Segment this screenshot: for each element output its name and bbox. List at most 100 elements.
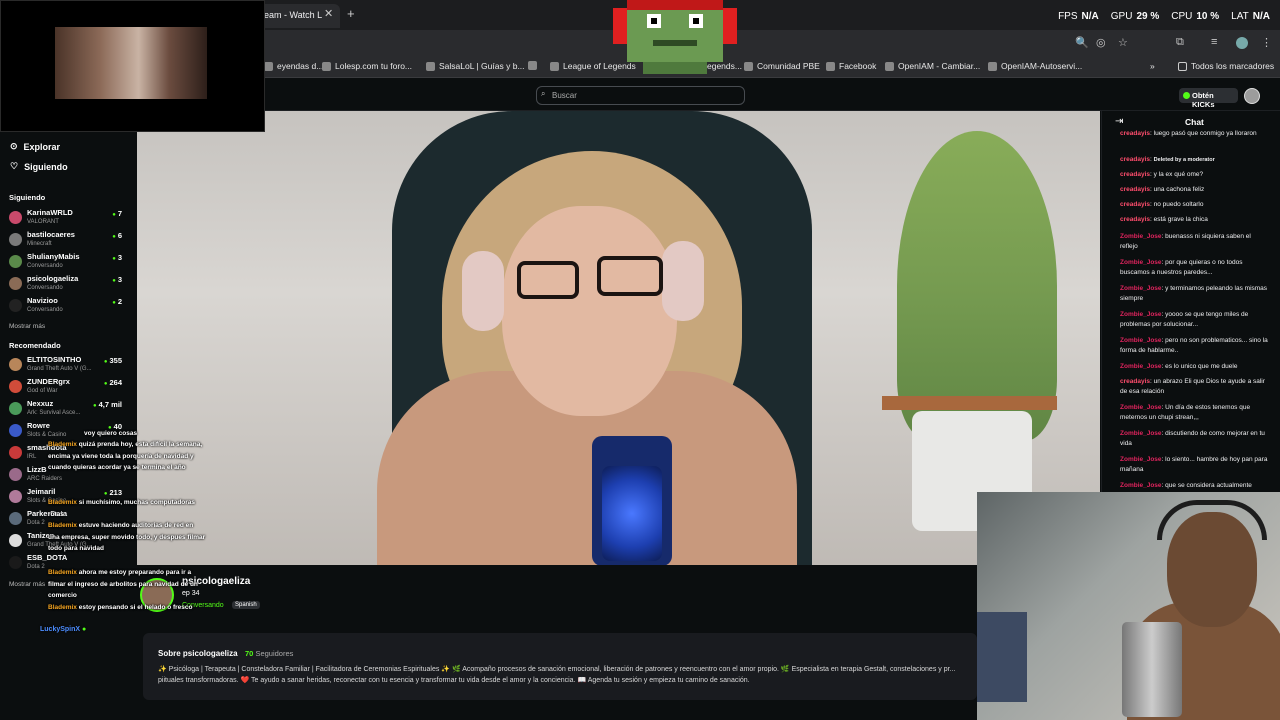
video-scene-glasses xyxy=(597,256,663,296)
channel-category: Minecraft xyxy=(27,241,52,247)
overlay-chat-username: Blademix xyxy=(48,441,77,448)
close-tab-icon[interactable]: ✕ xyxy=(324,7,333,20)
bookmark-favicon-icon xyxy=(988,61,997,71)
chat-message: creadayis: luego pasó que conmigo ya llo… xyxy=(1120,130,1257,137)
channel-name: KarinaWRLD xyxy=(27,208,73,217)
chat-message: Zombie_Jose: discutiendo de como mejorar… xyxy=(1120,430,1265,447)
video-scene-plant xyxy=(897,131,1057,441)
chat-username[interactable]: creadayis xyxy=(1120,171,1150,178)
overlay-chat-message: Blademix estoy pensando si el helado o f… xyxy=(48,602,206,614)
performance-overlay: FPS N/A GPU 29 % CPU 10 % LAT N/A xyxy=(1058,11,1270,22)
channel-avatar xyxy=(9,534,22,547)
queue-icon[interactable]: ≡ xyxy=(1211,36,1217,48)
channel-avatar xyxy=(9,446,22,459)
profile-icon[interactable] xyxy=(1236,37,1248,49)
star-icon[interactable]: ☆ xyxy=(1118,36,1128,49)
frog-head xyxy=(627,10,723,62)
nav-explore[interactable]: ⊙ Explorar xyxy=(10,141,60,152)
chat-username[interactable]: creadayis xyxy=(1120,216,1150,223)
chat-username[interactable]: Zombie_Jose xyxy=(1120,430,1162,437)
zoom-icon[interactable]: 🔍 xyxy=(1075,36,1089,49)
language-badge[interactable]: Spanish xyxy=(232,601,260,609)
chat-username[interactable]: Zombie_Jose xyxy=(1120,233,1162,240)
chat-username[interactable]: Zombie_Jose xyxy=(1120,311,1162,318)
channel-category: Dota 2 xyxy=(27,520,45,526)
channel-category: Dota 2 xyxy=(27,564,45,570)
chat-username[interactable]: creadayis xyxy=(1120,156,1150,163)
chat-username[interactable]: creadayis xyxy=(1120,378,1150,385)
chat-message: Zombie_Jose: y terminamos peleando las m… xyxy=(1120,285,1268,302)
channel-category: Conversando xyxy=(27,263,63,269)
chat-text: es lo unico que me duele xyxy=(1165,363,1238,370)
about-title: Sobre psicologaeliza xyxy=(158,649,238,658)
chat-username[interactable]: Zombie_Jose xyxy=(1120,456,1162,463)
viewer-count: 3 xyxy=(112,275,122,284)
heart-icon: ♡ xyxy=(10,161,19,171)
chat-username[interactable]: Zombie_Jose xyxy=(1120,404,1162,411)
bookmark-item[interactable]: Facebook xyxy=(826,61,876,71)
sidebar-channel[interactable]: ELTITOSINTHO Grand Theft Auto V (G... 355 xyxy=(9,355,122,377)
chat-username[interactable]: Zombie_Jose xyxy=(1120,285,1162,292)
bookmark-item[interactable]: eyendas d... xyxy=(264,61,323,71)
bookmark-item[interactable]: SalsaLoL | Guías y b... xyxy=(426,61,525,71)
bookmark-favicon-icon xyxy=(550,61,559,71)
bookmarks-overflow-icon[interactable]: » xyxy=(1150,61,1155,71)
all-bookmarks[interactable]: Todos los marcadores xyxy=(1178,61,1274,71)
sidebar-channel[interactable]: ShulianyMabis Conversando 3 xyxy=(9,252,122,274)
chat-message: creadayis: un abrazo Eli que Dios te ayu… xyxy=(1120,378,1265,395)
chat-message: Zombie_Jose: Un día de estos tenemos que… xyxy=(1120,404,1251,421)
show-more-recommended[interactable]: Mostrar más xyxy=(9,581,45,588)
new-tab-icon[interactable]: + xyxy=(347,6,355,21)
video-player[interactable] xyxy=(137,111,1100,565)
user-avatar[interactable] xyxy=(1244,88,1260,104)
chat-username[interactable]: creadayis xyxy=(1120,186,1150,193)
chat-username[interactable]: Zombie_Jose xyxy=(1120,259,1162,266)
chat-message: Zombie_Jose: lo siento... hambre de hoy … xyxy=(1120,456,1268,473)
channel-category: IRL xyxy=(27,454,37,460)
chat-username[interactable]: Zombie_Jose xyxy=(1120,363,1162,370)
bookmark-favicon-icon xyxy=(885,61,894,71)
sidebar-channel[interactable]: psicologaeliza Conversando 3 xyxy=(9,274,122,296)
chat-username[interactable]: creadayis xyxy=(1120,201,1150,208)
channel-category: Conversando xyxy=(27,307,63,313)
frog-mouth xyxy=(653,40,697,46)
show-more-following[interactable]: Mostrar más xyxy=(9,323,45,330)
mini-player-video[interactable] xyxy=(55,27,207,99)
chat-text: Deleted by a moderator xyxy=(1153,157,1215,163)
chat-username[interactable]: Zombie_Jose xyxy=(1120,337,1162,344)
sidebar-channel[interactable]: Nexxuz Ark: Survival Asce... 4,7 mil xyxy=(9,399,122,421)
extensions-icon[interactable]: ⧉ xyxy=(1176,36,1184,49)
nav-following[interactable]: ♡ Siguiendo xyxy=(10,161,68,172)
perf-cpu: CPU 10 % xyxy=(1171,11,1220,22)
tab-title: eam - Watch L xyxy=(264,10,323,20)
bookmark-item[interactable]: OpenIAM-Autoservi... xyxy=(988,61,1082,71)
bookmark-item[interactable]: Lolesp.com tu foro... xyxy=(322,61,412,71)
sidebar-channel[interactable]: ZUNDERgrx God of War 264 xyxy=(9,377,122,399)
chat-text: que se considera actualmente xyxy=(1165,482,1252,489)
menu-dots-icon[interactable]: ⋮ xyxy=(1261,36,1272,49)
folder-icon xyxy=(1178,61,1187,71)
channel-avatar xyxy=(9,299,22,312)
channel-name: psicologaeliza xyxy=(27,274,79,283)
bookmark-item[interactable]: OpenIAM - Cambiar... xyxy=(885,61,980,71)
channel-avatar xyxy=(9,424,22,437)
bookmark-item[interactable] xyxy=(528,61,541,70)
channel-avatar xyxy=(9,556,22,569)
bookmark-favicon-icon xyxy=(264,61,273,71)
pixel-frog-overlay xyxy=(613,0,737,74)
sidebar-channel[interactable]: KarinaWRLD VALORANT 7 xyxy=(9,208,122,230)
chat-username[interactable]: creadayis xyxy=(1120,130,1150,137)
channel-name: Nexxuz xyxy=(27,399,54,408)
search-input[interactable]: Buscar xyxy=(536,86,745,105)
bookmark-item[interactable]: Comunidad PBE xyxy=(744,61,820,71)
chat-text: luego pasó que conmigo ya lloraron xyxy=(1153,130,1257,137)
chat-username[interactable]: Zombie_Jose xyxy=(1120,482,1162,489)
chat-message: Zombie_Jose: yoooo se que tengo miles de… xyxy=(1120,311,1249,328)
perf-fps: FPS N/A xyxy=(1058,11,1099,22)
sidebar-channel[interactable]: bastilocaeres Minecraft 6 xyxy=(9,230,122,252)
sidebar-channel[interactable]: Navizioo Conversando 2 xyxy=(9,296,122,318)
channel-avatar xyxy=(9,211,22,224)
collapse-chat-icon[interactable]: ⇥ xyxy=(1115,116,1123,127)
channel-category: Slots & Casino xyxy=(27,432,67,438)
eye-off-icon[interactable]: ◎ xyxy=(1096,36,1106,49)
